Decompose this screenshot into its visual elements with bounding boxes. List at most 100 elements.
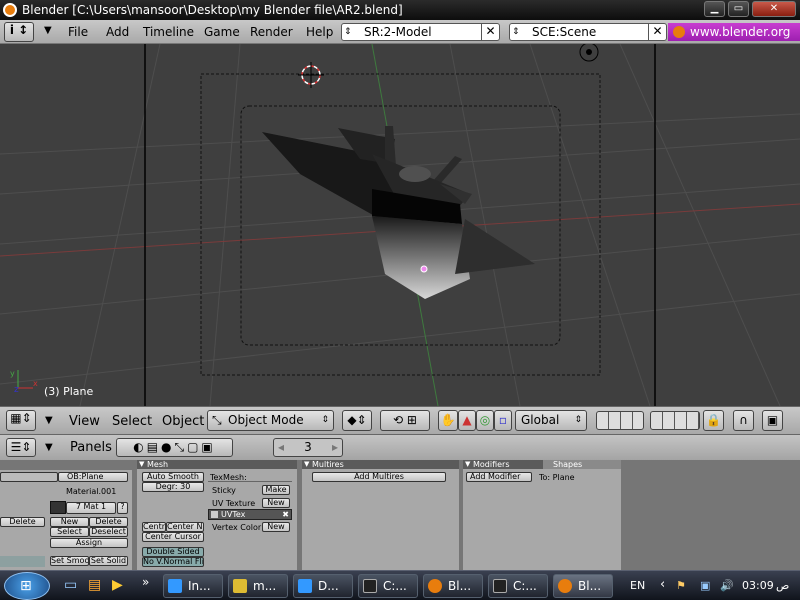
vertex-color-new-button[interactable]: New xyxy=(262,522,290,532)
context-tabs[interactable]: ◐▤●⤡▢▣ xyxy=(116,438,233,457)
3d-viewport[interactable]: y x z (3) Plane xyxy=(0,44,800,406)
degr-field[interactable]: Degr: 30 xyxy=(142,482,204,492)
taskbar-item-ie1[interactable]: In... xyxy=(163,574,223,598)
center-cursor-button[interactable]: Center Cursor xyxy=(142,532,204,542)
add-modifier-button[interactable]: Add Modifier xyxy=(466,472,532,482)
menu-object[interactable]: Object xyxy=(162,414,204,429)
material-deselect-button[interactable]: Deselect xyxy=(89,527,128,537)
frame-field[interactable]: ◂ 3 ▸ xyxy=(273,438,343,457)
material-assign-button[interactable]: Assign xyxy=(50,538,128,548)
orientation-selector[interactable]: Global ⇕ xyxy=(515,410,587,431)
menu-file[interactable]: File xyxy=(68,25,88,39)
menu-game[interactable]: Game xyxy=(204,25,240,39)
menu-view[interactable]: View xyxy=(69,414,100,429)
menu-add[interactable]: Add xyxy=(106,25,129,39)
taskbar-item-cmd2[interactable]: C:... xyxy=(488,574,548,598)
no-vnormal-flip-toggle[interactable]: No V.Normal Fli xyxy=(142,557,204,567)
collapse-header-icon[interactable]: ▼ xyxy=(45,442,53,453)
material-delete-button[interactable]: Delete xyxy=(89,517,128,527)
menu-help[interactable]: Help xyxy=(306,25,333,39)
editor-type-button[interactable]: ▦⇕ xyxy=(6,410,36,431)
uv-texture-new-button[interactable]: New xyxy=(262,498,290,508)
taskbar-item-ie2[interactable]: D... xyxy=(293,574,353,598)
mode-selector[interactable]: ⤡ Object Mode ⇕ xyxy=(207,410,334,431)
scene-selector[interactable]: ⇕ SCE:Scene ✕ xyxy=(509,23,667,41)
start-button[interactable]: ⊞ xyxy=(4,572,50,600)
scene-browse-icon[interactable]: ⇕ xyxy=(512,24,520,40)
scene-delete-icon[interactable]: ✕ xyxy=(648,23,666,41)
maximize-button[interactable]: ▭ xyxy=(728,1,749,17)
minimize-button[interactable]: ▁ xyxy=(704,1,725,17)
blender-url-link[interactable]: www.blender.org 2 xyxy=(668,23,800,57)
uvtex-active-icon[interactable] xyxy=(211,511,218,518)
uvtex-delete-icon[interactable]: ✖ xyxy=(282,510,289,519)
render-preview-icon[interactable]: ▣ xyxy=(762,410,783,431)
mesh-field-stub[interactable] xyxy=(0,472,58,482)
network-icon[interactable]: ▣ xyxy=(700,579,710,592)
frame-decrement-icon[interactable]: ◂ xyxy=(278,439,284,456)
taskbar-item-folder[interactable]: m... xyxy=(228,574,288,598)
collapse-header-icon[interactable]: ▼ xyxy=(45,415,53,426)
rotate-manipulator-icon[interactable]: ◎ xyxy=(476,410,494,431)
menu-render[interactable]: Render xyxy=(250,25,293,39)
mesh-panel-collapse-icon[interactable]: ▼ xyxy=(139,460,144,468)
collapse-menu-icon[interactable]: ▼ xyxy=(44,25,52,36)
material-select-button[interactable]: Select xyxy=(50,527,89,537)
multires-panel-collapse-icon[interactable]: ▼ xyxy=(304,460,309,468)
close-button[interactable]: ✕ xyxy=(752,1,796,17)
3d-cursor-icon[interactable] xyxy=(298,62,324,88)
taskbar-item-blender2[interactable]: Bl... xyxy=(553,574,613,598)
ob-field[interactable]: OB:Plane xyxy=(58,472,128,482)
centre-button[interactable]: Centre xyxy=(142,522,166,532)
info-window-type-button[interactable]: i ↕ xyxy=(4,22,34,42)
quicklaunch-more-icon[interactable]: » xyxy=(142,575,149,589)
delete-button[interactable]: Delete xyxy=(0,517,45,527)
tray-expand-icon[interactable]: ‹ xyxy=(660,577,665,592)
mesh-panel-header[interactable]: Mesh xyxy=(137,460,297,469)
modifiers-panel xyxy=(463,469,621,570)
scale-manipulator-icon[interactable]: ▫ xyxy=(494,410,512,431)
lamp-icon[interactable] xyxy=(579,44,599,62)
media-player-quicklaunch-icon[interactable]: ▶ xyxy=(112,577,123,593)
taskbar-item-blender1[interactable]: Bl... xyxy=(423,574,483,598)
frame-increment-icon[interactable]: ▸ xyxy=(332,439,338,456)
editor-type-button[interactable]: ☰⇕ xyxy=(6,438,36,457)
taskbar-item-cmd1[interactable]: C:... xyxy=(358,574,418,598)
lock-icon[interactable]: 🔒 xyxy=(703,410,724,431)
shapes-tab[interactable]: Shapes xyxy=(543,460,621,469)
double-sided-toggle[interactable]: Double Sided xyxy=(142,547,204,557)
modifiers-tab[interactable]: Modifiers xyxy=(463,460,543,469)
translate-manipulator-icon[interactable]: ▲ xyxy=(458,410,476,431)
material-color-swatch[interactable] xyxy=(50,501,66,514)
explorer-quicklaunch-icon[interactable]: ▤ xyxy=(88,577,101,593)
screen-delete-icon[interactable]: ✕ xyxy=(481,23,499,41)
sticky-make-button[interactable]: Make xyxy=(262,485,290,495)
screen-browse-icon[interactable]: ⇕ xyxy=(344,24,352,40)
uvtex-row[interactable]: UVTex ✖ xyxy=(208,509,292,520)
modifiers-panel-collapse-icon[interactable]: ▼ xyxy=(465,460,470,468)
center-new-button[interactable]: Center Ne xyxy=(166,522,204,532)
material-query-button[interactable]: ? xyxy=(117,502,128,514)
clock-time[interactable]: 03:09 xyxy=(742,579,774,592)
hand-manipulator-icon[interactable]: ✋ xyxy=(438,410,458,431)
show-desktop-icon[interactable]: ▭ xyxy=(64,577,77,593)
material-new-button[interactable]: New xyxy=(50,517,89,527)
set-smooth-button[interactable]: Set Smoo xyxy=(50,556,89,566)
panels-menu[interactable]: Panels xyxy=(70,440,112,455)
draw-type-selector[interactable]: ◆⇕ xyxy=(342,410,372,431)
snap-magnet-icon[interactable]: ∩ xyxy=(733,410,754,431)
material-index-field[interactable]: 7 Mat 1 xyxy=(66,502,116,514)
menu-timeline[interactable]: Timeline xyxy=(143,25,194,39)
menu-select[interactable]: Select xyxy=(112,414,152,429)
auto-smooth-button[interactable]: Auto Smooth xyxy=(142,472,204,482)
language-indicator[interactable]: EN xyxy=(630,579,645,592)
pivot-selector[interactable]: ⟲ ⊞ xyxy=(380,410,430,431)
multires-panel-header[interactable]: Multires xyxy=(302,460,459,469)
add-multires-button[interactable]: Add Multires xyxy=(312,472,446,482)
layer-buttons-row1[interactable] xyxy=(596,411,644,430)
volume-icon[interactable]: 🔊 xyxy=(720,579,734,592)
layer-buttons-row2[interactable] xyxy=(650,411,700,430)
set-solid-button[interactable]: Set Solid xyxy=(89,556,128,566)
action-center-icon[interactable]: ⚑ xyxy=(676,579,686,592)
screen-selector[interactable]: ⇕ SR:2-Model ✕ xyxy=(341,23,500,41)
